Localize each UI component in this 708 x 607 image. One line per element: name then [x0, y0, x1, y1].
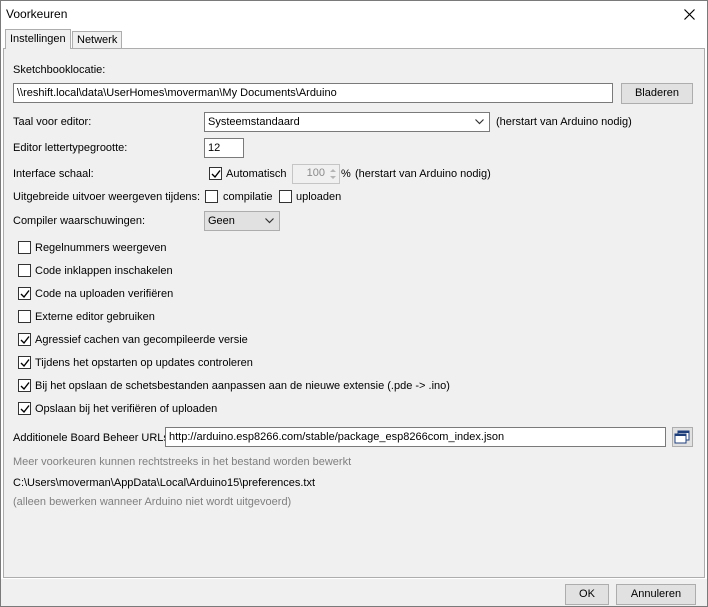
- option-label: Tijdens het opstarten op updates control…: [35, 357, 253, 369]
- windows-icon: [674, 430, 690, 444]
- option-label: Regelnummers weergeven: [35, 242, 167, 254]
- scale-note: (herstart van Arduino nodig): [355, 168, 491, 180]
- font-size-input[interactable]: 12: [204, 138, 244, 158]
- more-prefs-note: Meer voorkeuren kunnen rechtstreeks in h…: [13, 456, 352, 468]
- board-urls-label: Additionele Board Beheer URLs: [13, 432, 169, 444]
- auto-scale-checkbox[interactable]: [209, 167, 222, 180]
- checkmark-icon: [20, 336, 30, 345]
- language-select[interactable]: Systeemstandaard: [204, 112, 490, 132]
- option-checkbox[interactable]: [18, 310, 31, 323]
- checkmark-icon: [20, 405, 30, 414]
- scale-value: 100: [306, 167, 325, 179]
- verbose-compile-checkbox[interactable]: [205, 190, 218, 203]
- tab-netwerk[interactable]: Netwerk: [72, 31, 122, 49]
- option-checkbox[interactable]: [18, 379, 31, 392]
- spinner-arrows-icon: [330, 169, 336, 179]
- tab-instellingen[interactable]: Instellingen: [5, 29, 71, 49]
- board-urls-edit-button[interactable]: [672, 427, 693, 447]
- option-label: Opslaan bij het verifiëren of uploaden: [35, 403, 218, 415]
- language-value: Systeemstandaard: [208, 116, 300, 128]
- interface-scale-label: Interface schaal:: [13, 168, 94, 180]
- sketchbook-label: Sketchbooklocatie:: [13, 64, 106, 76]
- compiler-warnings-value: Geen: [208, 215, 235, 227]
- preferences-dialog: Voorkeuren Instellingen Netwerk Sketchbo…: [0, 0, 708, 607]
- font-size-label: Editor lettertypegrootte:: [13, 142, 128, 154]
- option-label: Code na uploaden verifiëren: [35, 288, 174, 300]
- browse-button[interactable]: Bladeren: [621, 83, 693, 104]
- dialog-footer: OK Annuleren: [1, 579, 707, 606]
- chevron-down-icon: [475, 119, 484, 125]
- option-checkbox[interactable]: [18, 356, 31, 369]
- ok-button[interactable]: OK: [565, 584, 609, 605]
- tab-bar: Instellingen Netwerk: [3, 29, 707, 49]
- checkmark-icon: [20, 382, 30, 391]
- compiler-warnings-label: Compiler waarschuwingen:: [13, 215, 146, 227]
- option-checkbox[interactable]: [18, 333, 31, 346]
- language-label: Taal voor editor:: [13, 116, 92, 128]
- checkmark-icon: [211, 170, 221, 179]
- close-icon: [684, 9, 695, 20]
- auto-scale-label: Automatisch: [226, 168, 287, 180]
- sketchbook-path-input[interactable]: \\reshift.local\data\UserHomes\moverman\…: [13, 83, 613, 103]
- verbose-label: Uitgebreide uitvoer weergeven tijdens:: [13, 191, 201, 203]
- option-label: Agressief cachen van gecompileerde versi…: [35, 334, 248, 346]
- option-checkbox[interactable]: [18, 264, 31, 277]
- scale-spinner: 100: [292, 164, 340, 184]
- cancel-button[interactable]: Annuleren: [616, 584, 696, 605]
- checkmark-icon: [20, 359, 30, 368]
- language-note: (herstart van Arduino nodig): [496, 116, 632, 128]
- option-checkbox[interactable]: [18, 287, 31, 300]
- checkmark-icon: [20, 290, 30, 299]
- settings-panel: Sketchbooklocatie: \\reshift.local\data\…: [3, 48, 705, 578]
- compiler-warnings-select[interactable]: Geen: [204, 211, 280, 231]
- verbose-upload-checkbox[interactable]: [279, 190, 292, 203]
- scale-unit: %: [341, 168, 351, 180]
- title-bar: Voorkeuren: [1, 1, 707, 29]
- option-label: Code inklappen inschakelen: [35, 265, 173, 277]
- chevron-down-icon: [265, 218, 274, 224]
- verbose-compile-label: compilatie: [223, 191, 273, 203]
- verbose-upload-label: uploaden: [296, 191, 342, 203]
- close-button[interactable]: [673, 1, 707, 29]
- option-checkbox[interactable]: [18, 241, 31, 254]
- prefs-file-path: C:\Users\moverman\AppData\Local\Arduino1…: [13, 477, 316, 489]
- board-urls-input[interactable]: http://arduino.esp8266.com/stable/packag…: [165, 427, 666, 447]
- edit-note: (alleen bewerken wanneer Arduino niet wo…: [13, 496, 292, 508]
- option-checkbox[interactable]: [18, 402, 31, 415]
- option-label: Externe editor gebruiken: [35, 311, 155, 323]
- option-label: Bij het opslaan de schetsbestanden aanpa…: [35, 380, 450, 392]
- window-title: Voorkeuren: [6, 7, 68, 21]
